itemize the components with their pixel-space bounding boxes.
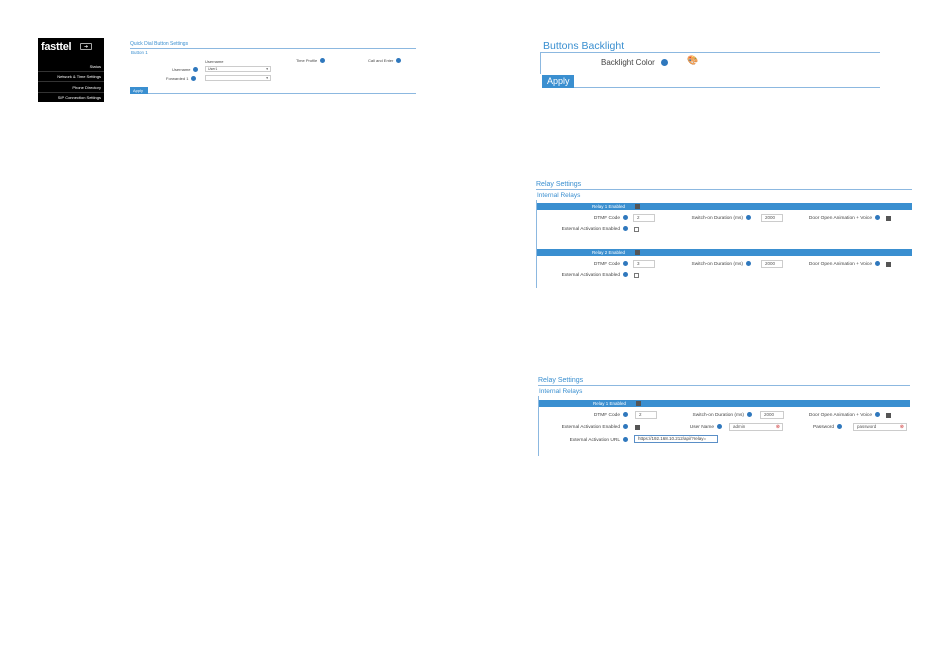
ext-activation-label: External Activation Enabled	[538, 226, 628, 232]
help-icon[interactable]	[875, 412, 880, 417]
backlight-panel: Buttons Backlight Backlight Color 🎨 Appl…	[540, 38, 880, 90]
relay-panel-1: Relay Settings Internal Relays Relay 1 E…	[536, 180, 912, 288]
door-open-label: Door Open Animation + Voice	[794, 261, 880, 267]
dtmf-label: DTMF Code	[586, 215, 628, 221]
help-icon[interactable]	[191, 76, 197, 82]
help-icon[interactable]	[623, 226, 628, 231]
door-open-checkbox[interactable]	[886, 413, 891, 418]
switch-duration-input[interactable]: 2000	[760, 411, 784, 419]
help-icon[interactable]	[717, 424, 722, 429]
password-label: Password	[804, 424, 842, 430]
backlight-label: Backlight Color	[601, 58, 668, 67]
password-input[interactable]: password ⊗	[853, 423, 907, 431]
help-icon[interactable]	[875, 215, 880, 220]
switch-duration-label: Switch-on Duration (ms)	[681, 215, 751, 221]
sidebar-item-network[interactable]: Network & Time Settings	[57, 74, 101, 79]
chevron-down-icon: ▾	[266, 76, 268, 80]
ext-activation-label: External Activation Enabled	[538, 272, 628, 278]
switch-duration-label: Switch-on Duration (ms)	[682, 412, 752, 418]
ext-activation-label: External Activation Enabled	[540, 424, 628, 430]
row-username-label: Username	[172, 67, 199, 73]
relay-title: Relay Settings	[538, 377, 584, 384]
relay-2-door-checkbox[interactable]	[886, 262, 891, 267]
forwarded-select[interactable]: ▾	[205, 75, 271, 81]
col-username: Username	[205, 59, 224, 64]
help-icon[interactable]	[875, 261, 880, 266]
dtmf-label: DTMF Code	[586, 261, 628, 267]
ext-activation-checkbox[interactable]	[635, 425, 640, 430]
chevron-down-icon: ▾	[266, 67, 268, 71]
relay-1-dtmf-input[interactable]: 2	[633, 214, 655, 222]
user-name-input[interactable]: admin ⊗	[729, 423, 783, 431]
backlight-apply-button[interactable]: Apply	[542, 75, 574, 88]
ext-url-label: External Activation URL	[540, 437, 628, 443]
sidebar-item-status[interactable]: Status	[90, 64, 101, 69]
logout-icon: ➜	[84, 44, 89, 50]
col-call-enter: Call and Enter	[368, 58, 402, 64]
help-icon[interactable]	[623, 412, 628, 417]
relay-1-header: Relay 1 Enabled	[537, 203, 912, 210]
col-time-profile: Time Profile	[296, 58, 326, 64]
palette-icon[interactable]: 🎨	[687, 55, 698, 66]
help-icon[interactable]	[746, 215, 751, 220]
username-select[interactable]: User1 ▾	[205, 66, 271, 72]
dtmf-label: DTMF Code	[584, 412, 628, 418]
relay-2-ext-checkbox[interactable]	[634, 273, 639, 278]
user-name-label: User Name	[678, 424, 722, 430]
relay-1-door-checkbox[interactable]	[886, 216, 891, 221]
relay-1-switch-input[interactable]: 2000	[761, 214, 783, 222]
relay-1-enabled-checkbox[interactable]	[636, 401, 641, 406]
sidebar-item-sip[interactable]: SIP Connection Settings	[58, 95, 101, 100]
ext-url-input[interactable]: https://192.168.10.212/api/?relay=	[634, 435, 718, 443]
help-icon[interactable]	[746, 261, 751, 266]
sidebar-item-phone-directory[interactable]: Phone Directory	[72, 85, 101, 90]
relay-title: Relay Settings	[536, 181, 582, 188]
help-icon[interactable]	[623, 261, 628, 266]
quick-dial-apply-button[interactable]: Apply	[130, 87, 148, 94]
help-icon[interactable]	[623, 272, 628, 277]
clear-icon[interactable]: ⊗	[776, 424, 780, 430]
relay-panel-2: Relay Settings Internal Relays Relay 1 E…	[538, 376, 910, 456]
help-icon[interactable]	[660, 59, 668, 67]
quick-dial-title: Quick Dial Button Settings	[130, 41, 189, 47]
clear-icon[interactable]: ⊗	[900, 424, 904, 430]
dtmf-input[interactable]: 2	[635, 411, 657, 419]
door-open-label: Door Open Animation + Voice	[792, 412, 880, 418]
help-icon[interactable]	[837, 424, 842, 429]
backlight-title: Buttons Backlight	[543, 40, 625, 52]
help-icon[interactable]	[623, 215, 628, 220]
switch-duration-label: Switch-on Duration (ms)	[681, 261, 751, 267]
sidebar: fasttel ➜ Status Network & Time Settings…	[38, 38, 104, 102]
door-open-label: Door Open Animation + Voice	[794, 215, 880, 221]
relay-subtitle: Internal Relays	[539, 388, 583, 395]
relay-2-header: Relay 2 Enabled	[537, 249, 912, 256]
quick-dial-panel: Quick Dial Button Settings Button 1 User…	[130, 40, 416, 96]
help-icon[interactable]	[747, 412, 752, 417]
logout-button[interactable]: ➜	[80, 43, 92, 50]
brand-logo: fasttel	[41, 41, 72, 53]
relay-2-switch-input[interactable]: 2000	[761, 260, 783, 268]
relay-1-header: Relay 1 Enabled	[539, 400, 910, 407]
relay-2-dtmf-input[interactable]: 3	[633, 260, 655, 268]
relay-1-ext-checkbox[interactable]	[634, 227, 639, 232]
help-icon[interactable]	[623, 424, 628, 429]
relay-2-enabled-checkbox[interactable]	[635, 250, 640, 255]
help-icon[interactable]	[396, 58, 402, 64]
relay-1-enabled-checkbox[interactable]	[635, 204, 640, 209]
relay-subtitle: Internal Relays	[537, 192, 581, 199]
help-icon[interactable]	[320, 58, 326, 64]
help-icon[interactable]	[623, 437, 628, 442]
quick-dial-subtitle: Button 1	[131, 50, 148, 55]
help-icon[interactable]	[193, 67, 199, 73]
row-forwarded-label: Forwarded 1	[166, 76, 197, 82]
